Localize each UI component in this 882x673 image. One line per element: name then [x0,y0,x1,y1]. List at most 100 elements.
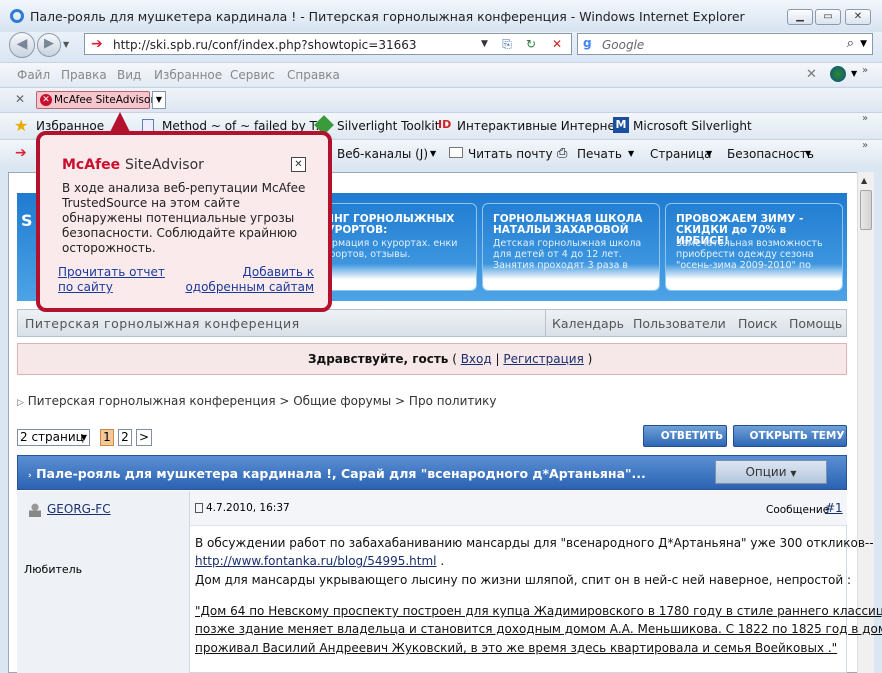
overflow-icon[interactable]: » [862,140,868,151]
snow-decoration [483,264,659,290]
close-toolbar-icon[interactable]: ✕ [15,92,25,106]
author-role: Любитель [24,563,83,576]
options-label: Опции [745,465,787,479]
menu-file[interactable]: Файл [17,68,50,82]
menu-tools[interactable]: Сервис [230,68,275,82]
brand-suffix: SiteAdvisor [125,157,204,173]
author-link[interactable]: GEORG-FC [47,502,111,516]
post-quote-line[interactable]: проживал Василий Андреевич Жуковский, в … [195,641,837,655]
register-link[interactable]: Регистрация [503,352,583,366]
banner-card-school[interactable]: ГОРНОЛЫЖНАЯ ШКОЛА НАТАЛЬИ ЗАХАРОВОЙ Детс… [482,203,660,291]
breadcrumb-politics[interactable]: Про политику [409,394,497,408]
siteadvisor-dropdown-icon[interactable]: ▼ [152,91,166,109]
read-mail-button[interactable]: Читать почту [468,147,553,161]
banner-card-heading: ГОРНОЛЫЖНАЯ ШКОЛА НАТАЛЬИ ЗАХАРОВОЙ [493,213,643,236]
address-url[interactable]: http://ski.spb.ru/conf/index.php?showtop… [113,38,417,52]
arrow-icon: › [28,471,32,481]
search-dropdown-icon[interactable]: ▼ [860,39,867,49]
scroll-up-icon[interactable]: ▲ [861,176,867,185]
overflow-icon[interactable]: » [862,113,868,124]
banner-card-irbis[interactable]: ПРОВОЖАЕМ ЗИМУ - СКИДКИ до 70% в ИРБИСЕ!… [665,203,843,291]
popup-close-icon[interactable]: ✕ [291,157,306,172]
new-topic-button[interactable]: ОТКРЫТЬ ТЕМУ [733,425,847,447]
post-text: В обсуждении работ по забахабаниванию ма… [195,536,874,550]
reply-button[interactable]: ОТВЕТИТЬ [643,425,727,447]
forward-button[interactable]: ▶ [37,33,61,57]
nav-help[interactable]: Помощь [789,316,842,331]
topic-header: › Пале-рояль для мушкетера кардинала !, … [17,455,847,490]
translate-dropdown-icon[interactable]: ▼ [851,69,857,78]
translate-icon[interactable] [830,66,846,82]
guest-greeting: Здравствуйте, гость ( Вход | Регистрация… [17,343,847,375]
post-quote-line[interactable]: позже здание меняет владельца и становит… [195,622,882,636]
menu-edit[interactable]: Правка [61,68,107,82]
breadcrumb-forum[interactable]: Питерская горнолыжная конференция [28,394,276,408]
safety-button[interactable]: Безопасность [727,147,814,161]
feeds-button[interactable]: Веб-каналы (J) [337,147,428,161]
back-button[interactable]: ◀ [9,32,35,58]
fav-item-silverlight-toolkit[interactable]: Silverlight Toolkit [337,119,439,133]
search-placeholder[interactable]: Google [602,38,644,52]
scroll-thumb[interactable] [860,190,872,230]
menu-favorites[interactable]: Избранное [154,68,222,82]
stop-icon[interactable]: ✕ [549,37,565,52]
ie-logo-icon [10,9,24,23]
address-bar[interactable]: ➔ http://ski.spb.ru/conf/index.php?showt… [84,33,572,55]
post-quote-line[interactable]: "Дом 64 по Невскому проспекту построен д… [195,604,882,618]
approve-site-link[interactable]: Добавить к одобренным сайтам [172,265,314,295]
maximize-button[interactable]: ▭ [815,9,841,25]
print-dropdown-icon[interactable]: ▼ [628,149,634,158]
snow-decoration [666,264,842,290]
print-button[interactable]: Печать [577,147,622,161]
options-button[interactable]: Опции ▼ [715,460,827,484]
overflow-icon[interactable]: » [862,65,868,76]
close-menubar-icon[interactable]: ✕ [806,67,817,82]
close-button[interactable]: ✕ [845,9,871,25]
breadcrumb-arrow-icon: ▷ [17,398,24,408]
read-report-link[interactable]: Прочитать отчет по сайту [58,265,170,295]
page-count-dropdown[interactable]: 2 страниц ▼ [17,429,90,446]
search-box[interactable]: g Google ⌕ ▼ [577,33,873,55]
nav-search[interactable]: Поиск [738,316,778,331]
feeds-dropdown-icon[interactable]: ▼ [430,149,436,158]
login-link[interactable]: Вход [461,352,492,366]
post-text: Дом для мансарды укрывающего лысину по ж… [195,573,851,587]
forum-title[interactable]: Питерская горнолыжная конференция [25,316,300,331]
title-bar: Пале-рояль для мушкетера кардинала ! - П… [0,0,882,32]
nav-calendar[interactable]: Календарь [552,316,624,331]
vertical-scrollbar[interactable]: ▲ [857,172,874,673]
page-button[interactable]: Страница [650,147,712,161]
popup-pointer [110,112,130,132]
greeting-line: Здравствуйте, гость ( Вход | Регистрация… [308,352,593,366]
nav-users[interactable]: Пользователи [633,316,726,331]
favorites-star-icon[interactable]: ★ [14,116,28,135]
menu-bar: Файл Правка Вид Избранное Сервис Справка… [0,62,882,86]
safety-dropdown-icon[interactable]: ▼ [805,149,811,158]
search-icon[interactable]: ⌕ [847,36,854,51]
compatibility-icon[interactable]: ⎘ [499,37,515,52]
print-icon: ⎙ [557,146,568,161]
minimize-button[interactable]: ▁ [787,9,813,25]
address-dropdown-icon[interactable]: ▼ [481,39,488,49]
breadcrumb-general[interactable]: Общие форумы [293,394,391,408]
menu-view[interactable]: Вид [117,68,141,82]
next-page-button[interactable]: > [136,429,152,446]
menu-help[interactable]: Справка [287,68,340,82]
banner-card-ratings[interactable]: ТИНГ ГОРНОЛЫЖНЫХ КУРОРТОВ: формация о ку… [307,203,477,291]
topic-title: › Пале-рояль для мушкетера кардинала !, … [28,466,646,481]
page-dropdown-icon[interactable]: ▼ [706,149,712,158]
siteadvisor-popup: McAfee SiteAdvisor ✕ В ходе анализа веб-… [36,131,332,312]
topic-title-text: Пале-рояль для мушкетера кардинала !, Са… [36,466,646,481]
window-title: Пале-рояль для мушкетера кардинала ! - П… [30,9,745,24]
post-number-link[interactable]: #1 [825,501,843,515]
mcafee-redirect-icon: ➔ [91,36,103,52]
refresh-icon[interactable]: ↻ [523,37,539,52]
history-dropdown-icon[interactable]: ▼ [63,40,69,49]
siteadvisor-button[interactable]: ✕ McAfee SiteAdvisor [36,91,155,109]
fav-item-ms-silverlight[interactable]: Microsoft Silverlight [633,119,752,133]
mcafee-warning-icon: ✕ [40,94,52,106]
fav-item-interactive[interactable]: Интерактивные Интерне... [457,119,626,133]
ms-silverlight-icon: M [613,117,629,133]
page-link[interactable]: 2 [118,429,132,446]
post-link[interactable]: http://www.fontanka.ru/blog/54995.html [195,554,437,568]
